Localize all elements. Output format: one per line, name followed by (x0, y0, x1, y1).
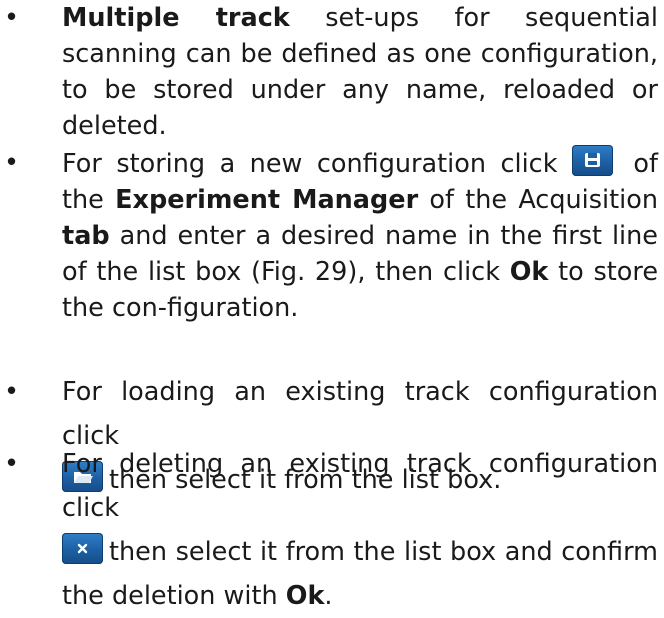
paragraph-text: of the Acquisition (418, 185, 658, 215)
bullet-icon: • (4, 377, 20, 407)
bold-term: Ok (509, 257, 549, 287)
bold-term: tab (62, 221, 110, 251)
bold-term: Experiment Manager (115, 185, 419, 215)
list-item-delete-configuration: • For deleting an existing track configur… (4, 442, 658, 618)
paragraph-text: . (324, 581, 333, 611)
paragraph-text: then select it from the list box and con… (62, 537, 658, 611)
bold-term: Ok (285, 581, 325, 611)
save-icon (571, 145, 613, 176)
paragraph-text: For storing a new configuration click (62, 149, 572, 179)
paragraph-text: For deleting an existing track configura… (62, 449, 658, 523)
bullet-icon: • (4, 449, 20, 479)
list-item-store-configuration: • For storing a new configuration click o… (4, 145, 658, 326)
delete-icon (62, 533, 103, 564)
manual-page: • Multiple track set-ups for sequential s… (0, 0, 664, 611)
list-item-multiple-track: • Multiple track set-ups for sequential s… (4, 0, 658, 144)
paragraph-text: For loading an existing track configurat… (62, 377, 658, 451)
bullet-icon: • (4, 3, 20, 33)
bullet-icon: • (4, 148, 20, 178)
bold-term: Multiple track (62, 3, 290, 33)
